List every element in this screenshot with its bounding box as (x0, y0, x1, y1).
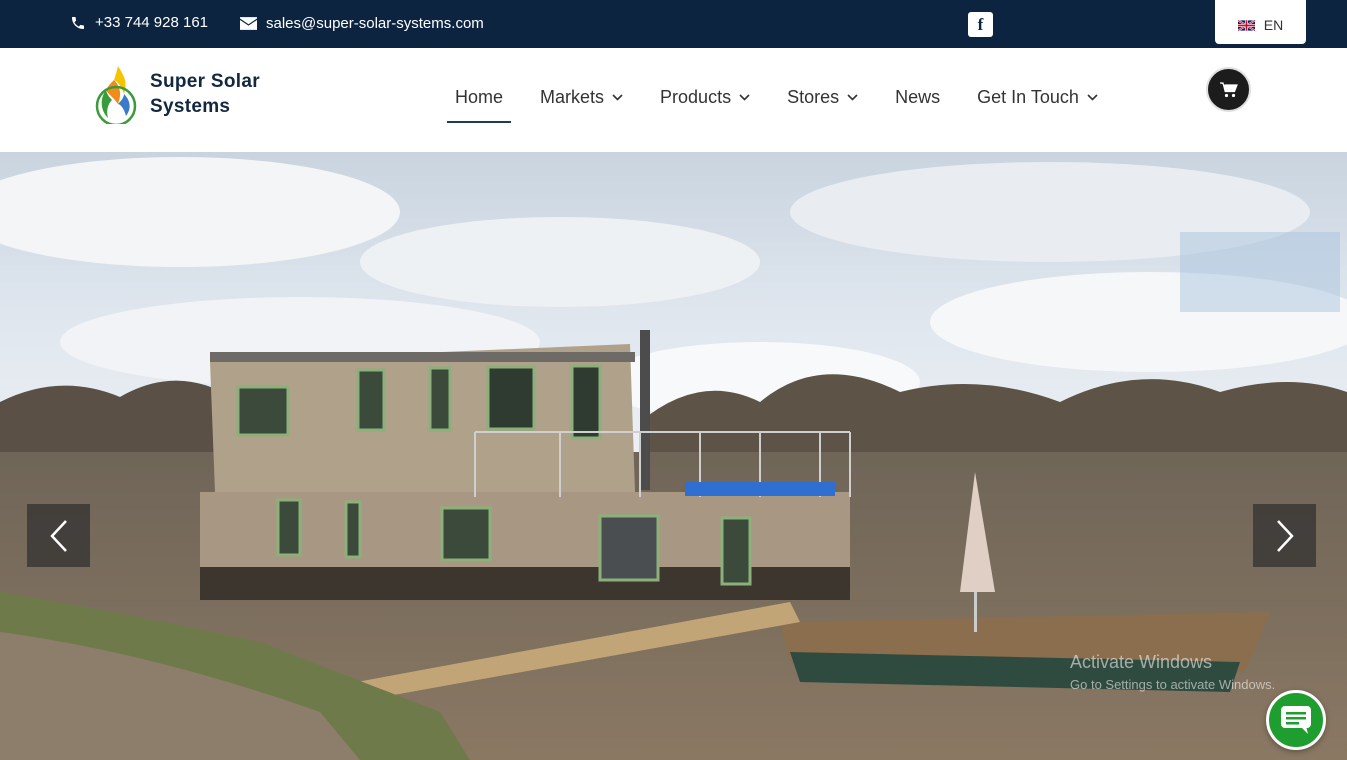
cart-button[interactable] (1206, 67, 1251, 112)
hero-slider: Activate Windows Go to Settings to activ… (0, 152, 1347, 760)
nav-item-label: News (895, 86, 941, 107)
email-link[interactable]: sales@super-solar-systems.com (240, 15, 484, 32)
nav-item-label: Products (660, 86, 732, 107)
chevron-down-icon (612, 93, 623, 101)
site-header: Super Solar Systems Home Markets Product… (0, 48, 1347, 152)
nav-item-label: Home (455, 86, 504, 107)
site-logo[interactable]: Super Solar Systems (94, 64, 260, 124)
watermark-title: Activate Windows (1070, 652, 1213, 672)
nav-item-stores[interactable]: Stores (787, 86, 858, 108)
nav-item-products[interactable]: Products (660, 86, 750, 108)
brand-line-2: Systems (150, 96, 231, 117)
watermark-subtitle: Go to Settings to activate Windows. (1070, 677, 1276, 692)
email-address: sales@super-solar-systems.com (266, 15, 484, 32)
phone-link[interactable]: +33 744 928 161 (70, 14, 208, 31)
nav-item-label: Stores (787, 86, 840, 107)
phone-icon (72, 16, 84, 29)
nav-item-label: Markets (540, 86, 605, 107)
language-label: EN (1263, 17, 1284, 33)
chat-button[interactable] (1266, 690, 1326, 750)
nav-item-label: Get In Touch (977, 86, 1079, 107)
top-contact-bar: +33 744 928 161 sales@super-solar-system… (0, 0, 1347, 48)
chevron-down-icon (739, 93, 750, 101)
nav-item-home[interactable]: Home (447, 86, 512, 123)
nav-item-get-in-touch[interactable]: Get In Touch (977, 86, 1098, 108)
chevron-left-icon (49, 519, 67, 552)
facebook-icon[interactable]: f (968, 12, 993, 37)
chevron-right-icon (1276, 519, 1294, 552)
brand-line-1: Super Solar (150, 71, 260, 92)
logo-flame-icon (95, 66, 137, 124)
chevron-down-icon (1087, 93, 1098, 101)
chevron-down-icon (847, 93, 858, 101)
language-selector[interactable]: EN (1215, 0, 1306, 44)
nav-item-markets[interactable]: Markets (540, 86, 623, 108)
phone-number: +33 744 928 161 (95, 14, 209, 31)
brand-name: Super Solar Systems (150, 69, 260, 119)
nav-item-news[interactable]: News (895, 86, 940, 108)
main-navigation: Home Markets Products Stores News Get In… (447, 86, 1135, 123)
uk-flag-icon (1237, 19, 1255, 31)
chat-icon (1281, 706, 1311, 734)
envelope-icon (240, 17, 257, 30)
windows-activation-watermark: Activate Windows Go to Settings to activ… (1070, 652, 1275, 692)
slider-prev-button[interactable] (27, 504, 90, 567)
cart-icon (1219, 81, 1238, 97)
slider-next-button[interactable] (1253, 504, 1316, 567)
